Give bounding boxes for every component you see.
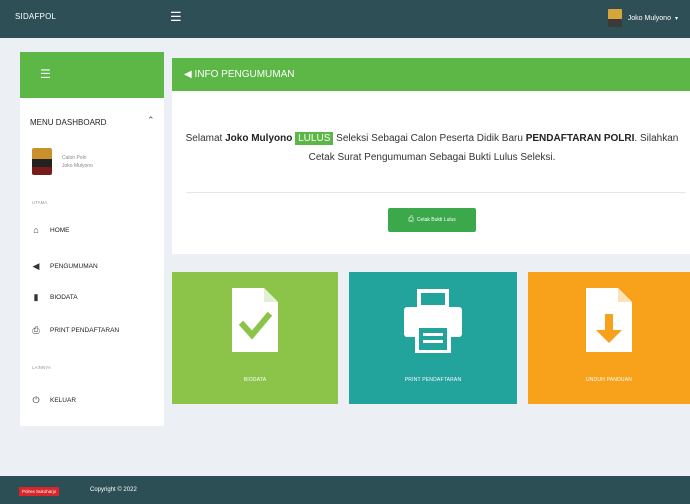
section-label-other: LAINNYA — [32, 365, 51, 370]
hamburger-icon[interactable]: ☰ — [40, 67, 51, 81]
print-pendaftaran-tile[interactable]: PRINT PENDAFTARAN — [349, 272, 517, 404]
profile-block: Calon Polri Joko Mulyono — [32, 148, 93, 175]
program-name: PENDAFTARAN POLRI — [525, 133, 635, 144]
announcement-body: Seleksi Sebagai Calon Peserta Didik Baru — [336, 133, 523, 144]
sidebar-item-biodata[interactable]: ▮ BIODATA — [30, 292, 78, 303]
biodata-tile[interactable]: BIODATA — [172, 272, 338, 404]
tile-label: BIODATA — [243, 377, 267, 383]
sidebar-item-home[interactable]: ⌂ HOME — [30, 225, 70, 235]
footer: Polres Sukoharjo Copyright © 2022 — [0, 476, 690, 504]
chevron-up-icon[interactable]: ⌃ — [147, 115, 155, 126]
tile-label: PRINT PENDAFTARAN — [404, 377, 462, 383]
copyright-text: Copyright © 2022 — [90, 487, 137, 493]
info-card-title: INFO PENGUMUMAN — [194, 69, 295, 80]
home-icon: ⌂ — [33, 225, 39, 235]
user-name: Joko Mulyono — [627, 14, 671, 22]
hamburger-icon[interactable]: ☰ — [170, 9, 182, 25]
sidebar-item-label: HOME — [50, 226, 70, 234]
avatar — [607, 9, 622, 27]
section-label-main: UTAMA — [32, 200, 48, 205]
footer-badge[interactable]: Polres Sukoharjo — [19, 487, 60, 496]
file-download-icon — [586, 288, 632, 352]
file-check-icon — [232, 288, 278, 352]
top-navbar: SIDAFPOL ☰ Joko Mulyono ▾ — [0, 0, 690, 38]
megaphone-icon: ◀ — [32, 261, 40, 271]
sidebar-item-print-pendaftaran[interactable]: ⎙ PRINT PENDAFTARAN — [30, 325, 119, 336]
power-icon: ⏻ — [32, 395, 40, 405]
student-name: Joko Mulyono — [225, 133, 293, 144]
sidebar: ☰ MENU DASHBOARD ⌃ Calon Polri Joko Muly… — [20, 52, 164, 426]
print-proof-button[interactable]: ⎙ Cetak Bukti Lulus — [388, 208, 476, 232]
print-icon: ⎙ — [408, 216, 414, 223]
brand-logo[interactable]: SIDAFPOL — [15, 12, 56, 21]
unduh-panduan-tile[interactable]: UNDUH PANDUAN — [528, 272, 690, 404]
status-badge: LULUS — [295, 132, 334, 145]
sidebar-item-pengumuman[interactable]: ◀ PENGUMUMAN — [30, 261, 98, 272]
sidebar-item-keluar[interactable]: ⏻ KELUAR — [30, 395, 76, 406]
avatar — [32, 148, 52, 175]
divider — [186, 192, 686, 193]
user-menu[interactable]: Joko Mulyono ▾ — [607, 9, 678, 27]
info-card-header: ◀ INFO PENGUMUMAN — [172, 58, 690, 91]
greeting-text: Selamat — [185, 133, 223, 144]
chevron-down-icon: ▾ — [674, 15, 678, 22]
sidebar-item-label: PENGUMUMAN — [50, 263, 98, 270]
tile-label: UNDUH PANDUAN — [585, 377, 633, 383]
print-proof-label: Cetak Bukti Lulus — [416, 217, 456, 223]
profile-name: Joko Mulyono — [62, 162, 93, 169]
sidebar-item-label: PRINT PENDAFTARAN — [50, 327, 120, 334]
sidebar-item-label: BIODATA — [50, 294, 78, 301]
file-icon: ▮ — [33, 292, 39, 302]
info-card: ◀ INFO PENGUMUMAN Selamat Joko Mulyono L… — [172, 58, 690, 254]
menu-title: MENU DASHBOARD — [30, 118, 107, 127]
announcement-text: Selamat Joko Mulyono LULUS Seleksi Sebag… — [180, 129, 684, 167]
sidebar-item-label: KELUAR — [50, 397, 77, 404]
profile-role: Calon Polri — [62, 154, 87, 161]
megaphone-icon: ◀ — [184, 69, 192, 80]
sidebar-header: ☰ — [20, 52, 164, 98]
print-icon: ⎙ — [32, 325, 40, 335]
printer-icon — [404, 289, 462, 353]
